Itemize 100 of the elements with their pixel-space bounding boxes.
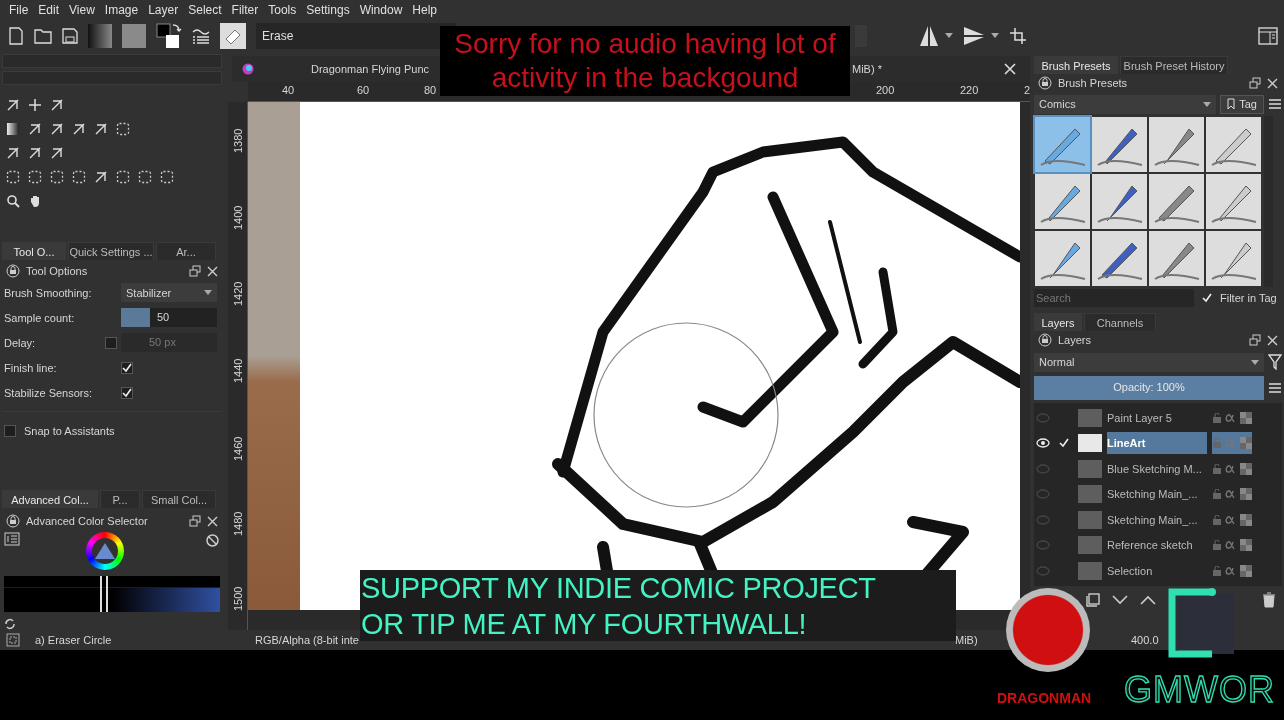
layer-row[interactable]: Sketching Main_...: [1034, 481, 1282, 507]
menu-item[interactable]: Tools: [263, 0, 302, 20]
checkbox-label[interactable]: Filter in Tag: [1220, 292, 1277, 304]
layer-name[interactable]: Reference sketch: [1107, 534, 1207, 557]
alpha-icon[interactable]: [1225, 412, 1237, 423]
save-icon[interactable]: [62, 27, 78, 44]
polygon-select-icon[interactable]: [50, 170, 64, 184]
caret-icon[interactable]: [945, 33, 953, 38]
close-icon[interactable]: [1267, 334, 1278, 346]
menu-item[interactable]: Layer: [143, 0, 184, 20]
checker-icon[interactable]: [1240, 488, 1252, 501]
checker-icon[interactable]: [1240, 539, 1252, 552]
similar-select-icon[interactable]: [116, 170, 130, 184]
menu-icon[interactable]: [1268, 98, 1282, 110]
tag-button[interactable]: Tag: [1220, 94, 1264, 114]
workspace-icon[interactable]: [1258, 26, 1278, 45]
close-icon[interactable]: [1004, 63, 1016, 75]
brush-preset-thumbnail[interactable]: [1149, 231, 1204, 286]
slider-handle[interactable]: [100, 576, 108, 612]
checker-icon[interactable]: [1240, 437, 1252, 450]
document-tab-title[interactable]: Dragonman Flying Punc: [311, 63, 429, 75]
refresh-icon[interactable]: [4, 618, 16, 630]
color-swap-icon[interactable]: [156, 22, 182, 49]
move-up-icon[interactable]: [1140, 594, 1156, 605]
ellipse-select-icon[interactable]: [28, 170, 42, 184]
checker-icon[interactable]: [1240, 462, 1252, 475]
duplicate-icon[interactable]: [1086, 592, 1100, 607]
checkbox-label[interactable]: Snap to Assistants: [24, 424, 115, 437]
layer-row[interactable]: Paint Layer 5: [1034, 405, 1282, 431]
dock-tab[interactable]: Brush Preset History: [1120, 56, 1228, 74]
close-icon[interactable]: [207, 265, 218, 277]
bezier-select-icon[interactable]: [138, 170, 152, 184]
menu-item[interactable]: Select: [183, 0, 227, 20]
lock-icon[interactable]: [1038, 333, 1052, 347]
brush-preset-thumbnail[interactable]: [1206, 231, 1261, 286]
menu-item[interactable]: File: [4, 0, 34, 20]
menu-item[interactable]: Image: [99, 0, 144, 20]
checker-icon[interactable]: [1240, 411, 1252, 424]
layer-name[interactable]: Blue Sketching M...: [1107, 457, 1207, 480]
eraser-preset-icon[interactable]: [220, 22, 246, 49]
checker-icon[interactable]: [1240, 564, 1252, 577]
checkbox[interactable]: [4, 424, 16, 437]
path-select-icon[interactable]: [160, 170, 174, 184]
menu-icon[interactable]: [1268, 382, 1282, 394]
search-field[interactable]: Search: [1034, 289, 1194, 307]
menu-item[interactable]: Filter: [226, 0, 264, 20]
layer-row[interactable]: LineArt: [1034, 430, 1282, 456]
trash-icon[interactable]: [1262, 591, 1276, 608]
alpha-icon[interactable]: [1225, 565, 1237, 576]
clear-icon[interactable]: [206, 534, 219, 547]
close-icon[interactable]: [1267, 77, 1278, 89]
layer-name[interactable]: Sketching Main_...: [1107, 483, 1207, 506]
caret-icon[interactable]: [1251, 359, 1259, 365]
brush-preset-thumbnail[interactable]: [1092, 174, 1147, 229]
checkbox[interactable]: [121, 386, 133, 399]
smoothing-dropdown[interactable]: Stabilizer: [121, 283, 217, 302]
brush-preset-thumbnail[interactable]: [1149, 117, 1204, 172]
float-icon[interactable]: [1249, 77, 1261, 89]
brush-preset-thumbnail[interactable]: [1092, 231, 1147, 286]
dock-tab[interactable]: Quick Settings ...: [68, 242, 154, 260]
menu-item[interactable]: Edit: [33, 0, 65, 20]
menu-item[interactable]: Help: [407, 0, 442, 20]
close-icon[interactable]: [207, 515, 218, 527]
color-wheel[interactable]: [86, 532, 124, 570]
pattern-swatch[interactable]: [122, 23, 146, 48]
zoom-icon[interactable]: [6, 194, 20, 208]
float-icon[interactable]: [189, 265, 201, 277]
dock-tab[interactable]: Small Col...: [142, 490, 216, 508]
gradient-swatch[interactable]: [88, 23, 112, 48]
layer-row[interactable]: Blue Sketching M...: [1034, 456, 1282, 482]
layer-name[interactable]: LineArt: [1107, 432, 1207, 455]
filter-icon[interactable]: [1268, 354, 1282, 370]
status-zoom[interactable]: 400.0: [1131, 634, 1159, 646]
alpha-icon[interactable]: [1225, 540, 1237, 551]
rectangle-select-icon[interactable]: [6, 170, 20, 184]
sample-count-slider[interactable]: 50: [121, 308, 217, 327]
layer-row[interactable]: Reference sketch: [1034, 532, 1282, 558]
opacity-slider[interactable]: Opacity: 100%: [1034, 376, 1264, 400]
layer-row[interactable]: Sketching Main_...: [1034, 507, 1282, 533]
lock-icon[interactable]: [6, 514, 20, 528]
dock-tab[interactable]: P...: [100, 490, 140, 508]
mirror-vertical-icon[interactable]: [963, 25, 985, 46]
dock-tab[interactable]: Channels: [1084, 313, 1156, 331]
brush-preset-thumbnail[interactable]: [1206, 174, 1261, 229]
layer-name[interactable]: Paint Layer 5: [1107, 406, 1207, 429]
brush-preset-thumbnail[interactable]: [1206, 117, 1261, 172]
new-document-icon[interactable]: [8, 26, 24, 45]
dock-tab[interactable]: Ar...: [156, 242, 216, 260]
move-down-icon[interactable]: [1112, 594, 1128, 605]
canvas[interactable]: [300, 102, 1020, 610]
float-icon[interactable]: [1249, 334, 1261, 346]
brush-settings-icon[interactable]: [192, 26, 210, 45]
alpha-icon[interactable]: [1225, 514, 1237, 525]
menu-item[interactable]: View: [64, 0, 100, 20]
lock-icon[interactable]: [6, 264, 20, 278]
dock-tab[interactable]: Layers: [1034, 313, 1082, 331]
preset-name-field[interactable]: Erase: [256, 22, 456, 49]
menu-item[interactable]: Window: [354, 0, 408, 20]
tag-dropdown[interactable]: Comics: [1034, 94, 1217, 114]
brush-preset-thumbnail[interactable]: [1092, 117, 1147, 172]
